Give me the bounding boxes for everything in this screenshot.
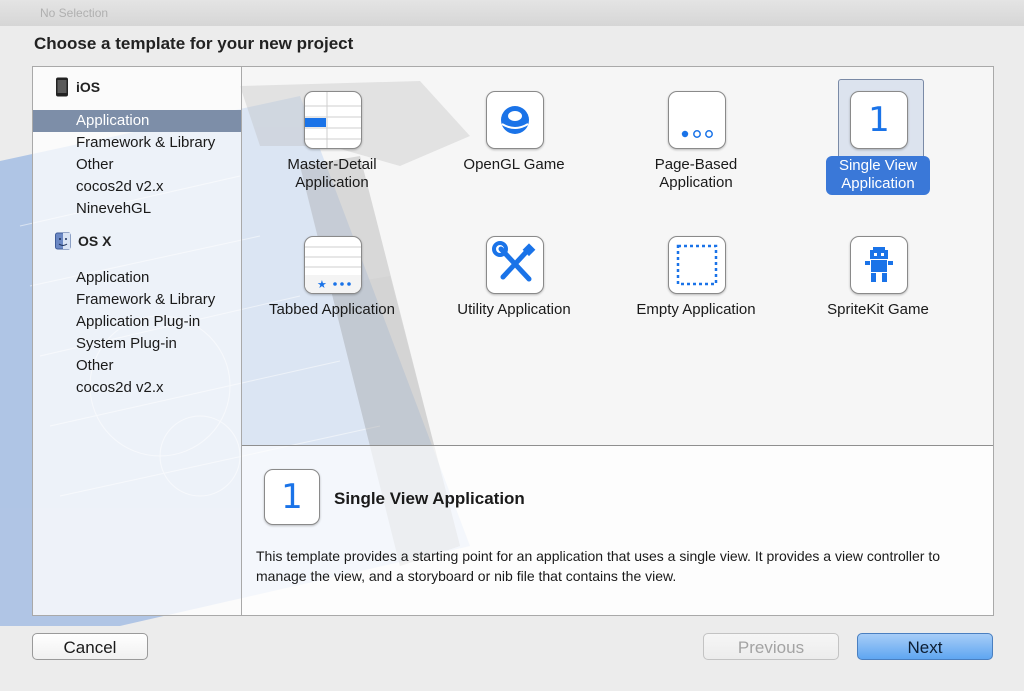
template-tabbed[interactable]: ★ Tabbed Application <box>242 236 422 376</box>
window-titlebar: No Selection <box>0 0 1024 27</box>
single-view-glyph: 1 <box>868 100 890 140</box>
new-project-sheet: Choose a template for your new project i… <box>0 26 1024 691</box>
utility-icon <box>486 236 544 294</box>
detail-title: Single View Application <box>334 489 525 508</box>
template-single-view[interactable]: 1 Single View Application <box>788 79 968 231</box>
finder-icon <box>55 232 71 250</box>
template-opengl-game[interactable]: OpenGL Game <box>424 91 604 231</box>
template-label: Single View Application <box>788 156 968 195</box>
template-category-sidebar: iOS Application Framework & Library Othe… <box>32 66 242 616</box>
previous-button[interactable]: Previous <box>703 633 839 660</box>
sidebar-item-osx-application[interactable]: Application <box>33 267 242 289</box>
sidebar-item-ios-framework-library[interactable]: Framework & Library <box>33 132 242 154</box>
page-based-icon <box>668 91 726 149</box>
opengl-icon <box>486 91 544 149</box>
sidebar-item-osx-other[interactable]: Other <box>33 355 242 377</box>
detail-description: This template provides a starting point … <box>256 548 941 584</box>
dialog-heading: Choose a template for your new project <box>34 34 354 53</box>
sidebar-item-osx-framework-library[interactable]: Framework & Library <box>33 289 242 311</box>
sidebar-item-osx-cocos2d[interactable]: cocos2d v2.x <box>33 377 242 399</box>
sidebar-item-ios-application[interactable]: Application <box>33 110 242 132</box>
template-label: OpenGL Game <box>463 156 565 173</box>
template-label: SpriteKit Game <box>827 301 929 318</box>
sidebar-section-ios: iOS <box>55 77 100 97</box>
tabbed-icon: ★ <box>304 236 362 294</box>
template-label: Utility Application <box>457 301 571 318</box>
template-page-based[interactable]: Page-Based Application <box>606 91 786 231</box>
single-view-icon: 1 <box>850 91 908 149</box>
template-label: Tabbed Application <box>269 301 395 318</box>
sidebar-item-ios-other[interactable]: Other <box>33 154 242 176</box>
template-utility[interactable]: Utility Application <box>424 236 604 376</box>
empty-icon <box>668 236 726 294</box>
sidebar-item-ios-cocos2d[interactable]: cocos2d v2.x <box>33 176 242 198</box>
master-detail-icon <box>304 91 362 149</box>
svg-text:★: ★ <box>317 278 327 291</box>
cancel-button[interactable]: Cancel <box>32 633 148 660</box>
nav-ghost-text: No Selection <box>40 6 109 20</box>
sidebar-section-osx: OS X <box>55 232 111 250</box>
single-view-icon: 1 <box>264 469 320 525</box>
spritekit-icon <box>850 236 908 294</box>
template-label: Master-Detail Application <box>287 156 377 191</box>
next-button[interactable]: Next <box>857 633 993 660</box>
sidebar-item-osx-application-plugin[interactable]: Application Plug-in <box>33 311 242 333</box>
template-spritekit-game[interactable]: SpriteKit Game <box>788 236 968 376</box>
template-empty[interactable]: Empty Application <box>606 236 786 376</box>
template-master-detail[interactable]: Master-Detail Application <box>242 91 422 231</box>
detail-glyph: 1 <box>281 477 303 517</box>
template-grid: Master-Detail Application OpenGL Game Pa… <box>242 67 993 445</box>
template-panel: Master-Detail Application OpenGL Game Pa… <box>241 66 994 616</box>
template-label-text: Single View Application <box>825 156 931 195</box>
sidebar-section-title: iOS <box>76 79 101 95</box>
template-label: Empty Application <box>636 301 756 318</box>
template-label: Page-Based Application <box>654 156 738 191</box>
sidebar-item-osx-system-plugin[interactable]: System Plug-in <box>33 333 242 355</box>
sidebar-section-title: OS X <box>78 233 112 249</box>
iphone-icon <box>56 77 68 97</box>
template-detail: 1 Single View Application This template … <box>242 446 993 615</box>
sidebar-item-ios-ninevehgl[interactable]: NinevehGL <box>33 198 242 220</box>
